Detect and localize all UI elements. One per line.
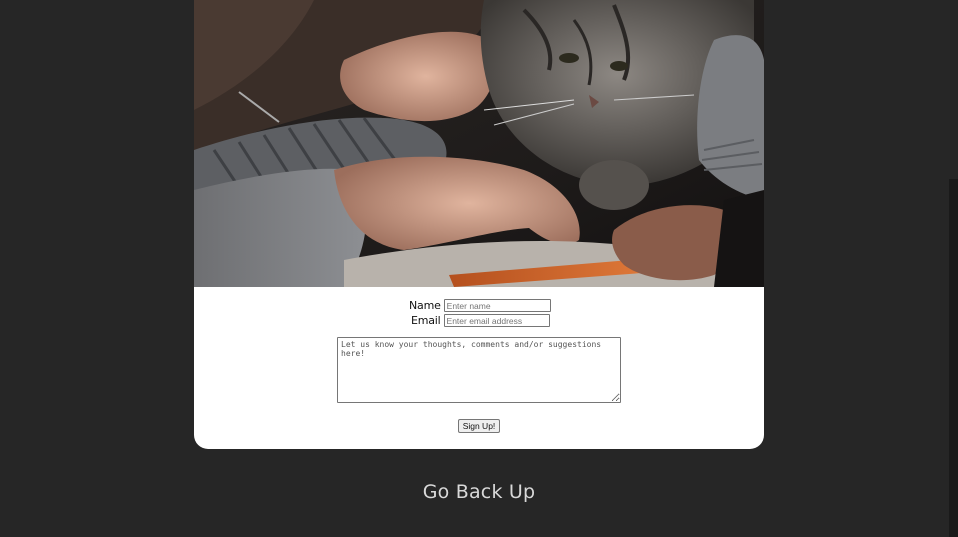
message-textarea[interactable] <box>337 337 621 403</box>
signup-form: Name Email Sign Up! <box>194 287 764 449</box>
go-back-up-link[interactable]: Go Back Up <box>0 481 958 503</box>
email-label: Email <box>411 314 441 327</box>
page: Name Email Sign Up! Go Back Up <box>0 0 958 537</box>
sign-up-button[interactable]: Sign Up! <box>458 419 500 433</box>
email-input[interactable] <box>443 314 550 327</box>
name-row: Name <box>409 298 551 313</box>
name-input[interactable] <box>443 299 551 312</box>
signup-card: Name Email Sign Up! <box>194 0 764 449</box>
email-row: Email <box>411 313 550 328</box>
name-label: Name <box>409 299 441 312</box>
girl-with-cat-photo <box>194 0 764 287</box>
